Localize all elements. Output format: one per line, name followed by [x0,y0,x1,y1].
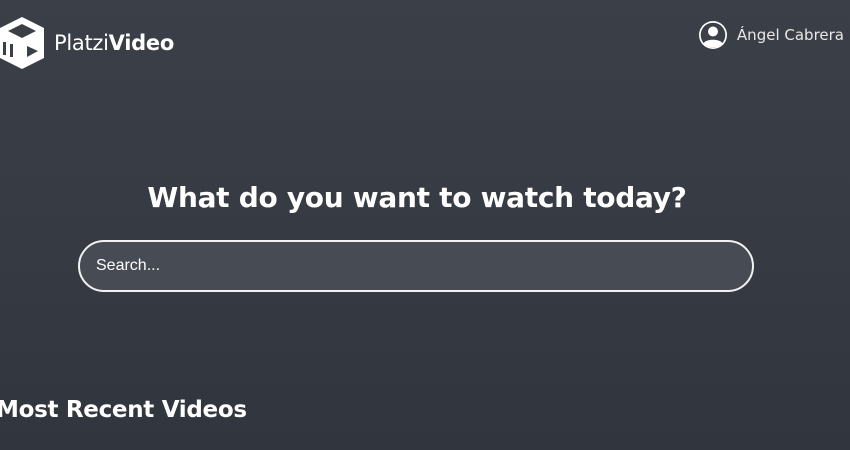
platzi-video-logo[interactable]: PlatziVideo [0,15,174,71]
section-title-most-recent: Most Recent Videos [0,397,247,423]
user-menu[interactable]: Ángel Cabrera [698,20,844,50]
brand-name: PlatziVideo [54,31,174,55]
hero-title: What do you want to watch today? [147,181,687,214]
user-name: Ángel Cabrera [736,26,844,44]
search-input[interactable] [78,240,754,292]
app-header: PlatziVideo Ángel Cabrera [0,0,850,90]
brand-name-part-1: Platzi [54,31,109,55]
brand-name-part-2: Video [108,31,175,55]
play-cube-icon [0,17,44,69]
user-avatar-icon [698,21,727,49]
